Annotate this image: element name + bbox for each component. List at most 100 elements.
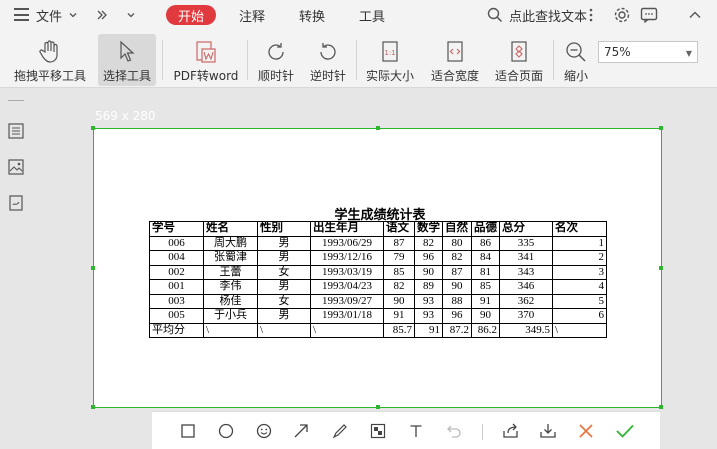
resize-handle[interactable] (376, 405, 380, 409)
table-row: 006 周大鹏男 1993/06/29 87 82 80 86 335 1 (149, 235, 607, 251)
table-cell: 349.5 (499, 322, 553, 338)
table-cell: 80 (442, 235, 472, 251)
table-cell: 李伟 (203, 279, 258, 295)
divider (8, 100, 24, 101)
collapse-icon[interactable] (688, 0, 702, 30)
chevron-down-icon: ▼ (685, 49, 692, 58)
table-cell: 96 (414, 250, 443, 266)
rotate-clockwise-button[interactable]: 顺时针 (254, 34, 298, 86)
table-cell: 张蜀津 (203, 250, 258, 266)
file-menu[interactable]: 文件 (36, 0, 78, 30)
rotate-counterclockwise-button[interactable]: 逆时针 (306, 34, 350, 86)
actual-size-button[interactable]: 1:1 实际大小 (364, 34, 416, 86)
screenshot-selection[interactable]: 学生成绩统计表 学号 姓名 性别 出生年月 语文 数学 自然 品德 总分 名次 006 周大鹏男 19… (91, 126, 663, 409)
menu-icon[interactable] (14, 8, 29, 21)
table-cell: 335 (499, 235, 553, 251)
table-cell: 006 (149, 235, 204, 251)
column-header: 学号 (149, 221, 204, 237)
table-cell: 341 (499, 250, 553, 266)
resize-handle[interactable] (376, 126, 380, 130)
cancel-icon[interactable] (576, 421, 596, 441)
text-tool-icon[interactable] (406, 421, 426, 441)
resize-handle[interactable] (91, 405, 95, 409)
table-cell: 1993/01/18 (310, 308, 384, 324)
column-header: 姓名 (203, 221, 258, 237)
table-cell: 90 (414, 264, 443, 280)
annotation-list-icon[interactable] (7, 194, 25, 212)
dropdown-icon[interactable] (126, 0, 136, 30)
table-cell: 003 (149, 293, 204, 309)
table-row: 001 李伟男 1993/04/23 82 89 90 85 346 4 (149, 279, 607, 295)
table-cell: 1993/04/23 (310, 279, 384, 295)
outline-icon[interactable] (7, 122, 25, 140)
pen-tool-icon[interactable] (330, 421, 350, 441)
svg-text:1:1: 1:1 (384, 49, 395, 57)
menu-bar: 文件 开始 注释 转换 工具 点此查找文本 (0, 0, 717, 30)
confirm-icon[interactable] (615, 421, 635, 441)
select-tool-button[interactable]: 选择工具 (98, 34, 156, 86)
resize-handle[interactable] (659, 266, 663, 270)
rotate-counterclockwise-label: 逆时针 (309, 69, 346, 83)
table-cell: 96 (442, 308, 472, 324)
table-cell: 93 (414, 293, 443, 309)
fit-width-button[interactable]: 适合宽度 (428, 34, 482, 86)
table-cell: 男 (257, 250, 311, 266)
table-cell: 85 (471, 279, 500, 295)
resize-handle[interactable] (659, 405, 663, 409)
fit-page-label: 适合页面 (494, 69, 543, 83)
resize-handle[interactable] (659, 126, 663, 130)
mosaic-tool-icon[interactable] (368, 421, 388, 441)
table-cell: 杨佳 (203, 293, 258, 309)
pdf-to-word-button[interactable]: PDF转word (170, 34, 242, 86)
zoom-out-label: 缩小 (563, 69, 588, 83)
more-icon[interactable] (96, 0, 108, 30)
arrow-tool-icon[interactable] (291, 421, 311, 441)
column-header: 出生年月 (310, 221, 384, 237)
table-cell: 男 (257, 235, 311, 251)
more-vertical-icon[interactable] (589, 0, 593, 30)
tab-start[interactable]: 开始 (166, 5, 216, 25)
table-cell: 周大鹏 (203, 235, 258, 251)
table-cell: 82 (414, 235, 443, 251)
rectangle-tool-icon[interactable] (178, 421, 198, 441)
table-cell: 女 (257, 264, 311, 280)
table-cell: 87 (442, 264, 472, 280)
settings-icon[interactable] (613, 0, 631, 30)
table-cell: 88 (442, 293, 472, 309)
pan-tool-button[interactable]: 拖拽平移工具 (12, 34, 88, 86)
table-cell: 1 (552, 235, 607, 251)
table-cell: 87 (383, 235, 415, 251)
table-cell: 89 (414, 279, 443, 295)
tab-annotate[interactable]: 注释 (239, 0, 265, 30)
thumbnail-icon[interactable] (7, 158, 25, 176)
zoom-select[interactable]: 75% ▼ (598, 41, 698, 63)
tab-convert[interactable]: 转换 (299, 0, 325, 30)
table-cell: 男 (257, 279, 311, 295)
emoji-tool-icon[interactable] (254, 421, 274, 441)
table-cell: 79 (383, 250, 415, 266)
share-icon[interactable] (501, 421, 521, 441)
table-row: 004 张蜀津男 1993/12/16 79 96 82 84 341 2 (149, 250, 607, 266)
search-box[interactable]: 点此查找文本 (487, 0, 587, 30)
ellipse-tool-icon[interactable] (216, 421, 236, 441)
table-cell: \ (552, 322, 607, 338)
table-cell: 4 (552, 279, 607, 295)
table-cell: 346 (499, 279, 553, 295)
table-cell: 85 (383, 264, 415, 280)
zoom-out-button[interactable]: 缩小 (560, 34, 592, 86)
tab-tools[interactable]: 工具 (359, 0, 385, 30)
table-row: 003 杨佳女 1993/09/27 90 93 88 91 362 5 (149, 293, 607, 309)
column-header: 品德 (471, 221, 500, 237)
column-header: 性别 (257, 221, 311, 237)
resize-handle[interactable] (91, 266, 95, 270)
download-icon[interactable] (538, 421, 558, 441)
column-header: 语文 (383, 221, 415, 237)
undo-icon[interactable] (444, 421, 464, 441)
resize-handle[interactable] (91, 126, 95, 130)
rotate-counterclockwise-icon (320, 43, 336, 60)
table-cell: 001 (149, 279, 204, 295)
message-icon[interactable] (640, 0, 658, 30)
fit-page-button[interactable]: 适合页面 (492, 34, 546, 86)
table-cell: 女 (257, 293, 311, 309)
table-row: 002 王蕾女 1993/03/19 85 90 87 81 343 3 (149, 264, 607, 280)
